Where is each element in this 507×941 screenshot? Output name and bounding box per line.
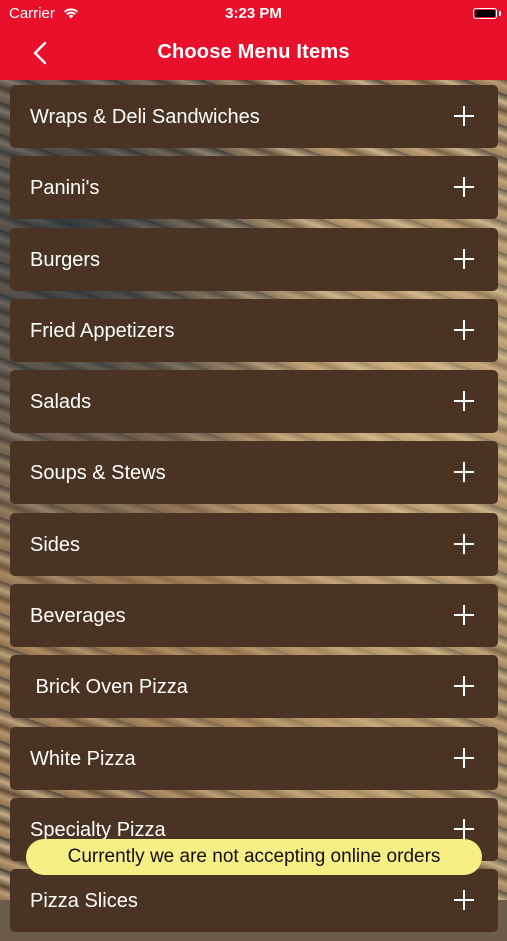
menu-category-label: Burgers <box>30 248 101 271</box>
menu-category-label: Panini's <box>30 177 100 200</box>
battery-tip <box>499 11 501 16</box>
menu-category-soups[interactable]: Soups & Stews <box>10 441 498 505</box>
menu-category-label: Salads <box>30 391 92 414</box>
expand-plus-icon[interactable] <box>454 391 474 412</box>
expand-plus-icon[interactable] <box>454 177 474 198</box>
expand-plus-icon[interactable] <box>454 605 474 626</box>
menu-category-brick-oven-pizza[interactable]: Brick Oven Pizza <box>10 655 498 719</box>
menu-category-label: Pizza Slices <box>30 890 138 913</box>
expand-plus-icon[interactable] <box>454 747 474 768</box>
page-title: Choose Menu Items <box>157 41 350 63</box>
online-orders-notice-banner: Currently we are not accepting online or… <box>26 839 482 875</box>
menu-category-wraps[interactable]: Wraps & Deli Sandwiches <box>10 85 498 148</box>
menu-category-burgers[interactable]: Burgers <box>10 227 498 291</box>
menu-category-label: Sides <box>30 533 81 556</box>
expand-plus-icon[interactable] <box>454 248 474 269</box>
menu-category-label: Brick Oven Pizza <box>30 676 188 699</box>
menu-category-label: Wraps & Deli Sandwiches <box>30 106 260 128</box>
menu-category-list: Wraps & Deli Sandwiches Panini's Burgers… <box>10 85 498 941</box>
menu-category-pizza-slices[interactable]: Pizza Slices <box>10 869 498 933</box>
expand-plus-icon[interactable] <box>454 106 474 126</box>
menu-category-label: Fried Appetizers <box>30 319 175 342</box>
status-bar: Carrier 3:23 PM <box>0 0 507 28</box>
menu-category-white-pizza[interactable]: White Pizza <box>10 726 498 790</box>
menu-category-label: Beverages <box>30 605 126 628</box>
menu-category-beverages[interactable]: Beverages <box>10 584 498 648</box>
expand-plus-icon[interactable] <box>454 818 474 839</box>
expand-plus-icon[interactable] <box>454 533 474 554</box>
menu-category-paninis[interactable]: Panini's <box>10 156 498 220</box>
expand-plus-icon[interactable] <box>454 676 474 697</box>
clock: 3:23 PM <box>225 5 282 22</box>
expand-plus-icon[interactable] <box>454 319 474 340</box>
menu-category-label: Soups & Stews <box>30 462 166 485</box>
expand-plus-icon[interactable] <box>454 462 474 483</box>
battery-icon <box>473 8 497 19</box>
menu-category-sides[interactable]: Sides <box>10 512 498 576</box>
menu-category-label: White Pizza <box>30 747 136 770</box>
menu-category-fried-appetizers[interactable]: Fried Appetizers <box>10 298 498 362</box>
menu-category-salads[interactable]: Salads <box>10 370 498 434</box>
navigation-bar: Choose Menu Items <box>0 28 507 80</box>
expand-plus-icon[interactable] <box>454 890 474 911</box>
